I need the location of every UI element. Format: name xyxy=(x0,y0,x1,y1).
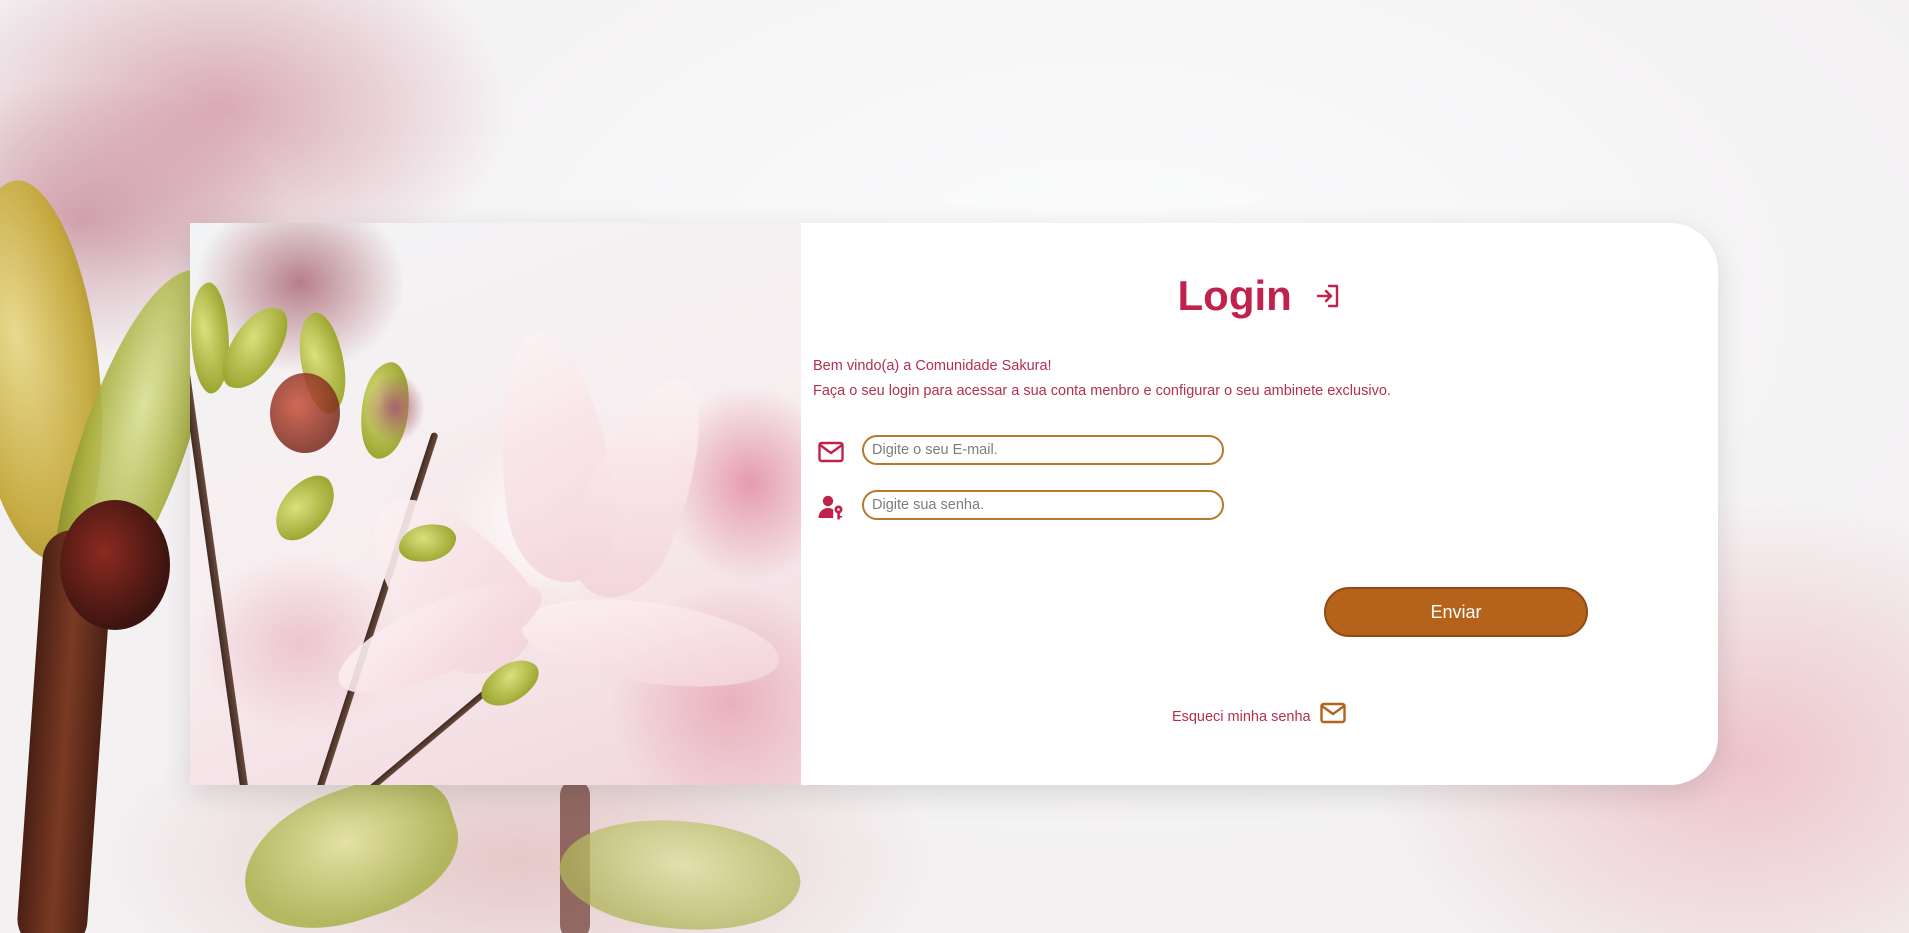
password-row xyxy=(801,490,1301,524)
background-leaf xyxy=(552,799,808,933)
flower-photo xyxy=(190,223,801,785)
flower-bud xyxy=(270,373,340,453)
page-title-text: Login xyxy=(1177,271,1292,319)
welcome-line: Faça o seu login para acessar a sua cont… xyxy=(813,383,1391,399)
forgot-password: Esqueci minha senha xyxy=(801,701,1718,725)
envelope-icon[interactable] xyxy=(1319,701,1347,725)
password-field[interactable] xyxy=(862,490,1224,520)
branch xyxy=(190,344,250,785)
login-form-panel: Login Bem vindo(a) a Comunidade Sakura! … xyxy=(801,223,1718,785)
welcome-message: Bem vindo(a) a Comunidade Sakura! Faça o… xyxy=(813,354,1391,404)
envelope-icon xyxy=(818,441,844,463)
email-row xyxy=(801,435,1301,469)
login-icon xyxy=(1317,284,1339,308)
submit-button[interactable]: Enviar xyxy=(1324,587,1588,637)
petal xyxy=(515,585,785,701)
background-bud xyxy=(60,500,170,630)
flower-stamen xyxy=(365,373,425,443)
leaf xyxy=(262,468,348,548)
email-field[interactable] xyxy=(862,435,1224,465)
login-card: Login Bem vindo(a) a Comunidade Sakura! … xyxy=(190,223,1718,785)
user-key-icon xyxy=(818,495,843,520)
forgot-password-link[interactable]: Esqueci minha senha xyxy=(1172,709,1311,725)
page-title: Login xyxy=(801,269,1718,320)
welcome-line: Bem vindo(a) a Comunidade Sakura! xyxy=(813,358,1052,374)
background-leaf xyxy=(225,759,475,933)
